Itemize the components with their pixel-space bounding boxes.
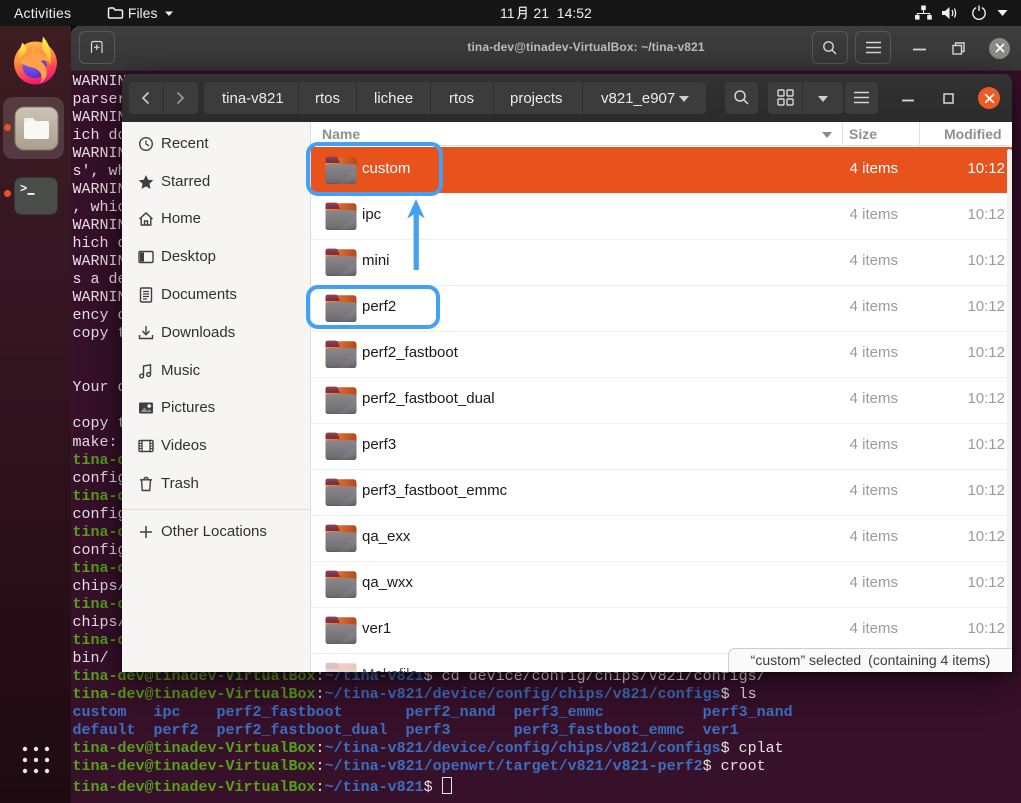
svg-text:>: > bbox=[20, 182, 27, 196]
